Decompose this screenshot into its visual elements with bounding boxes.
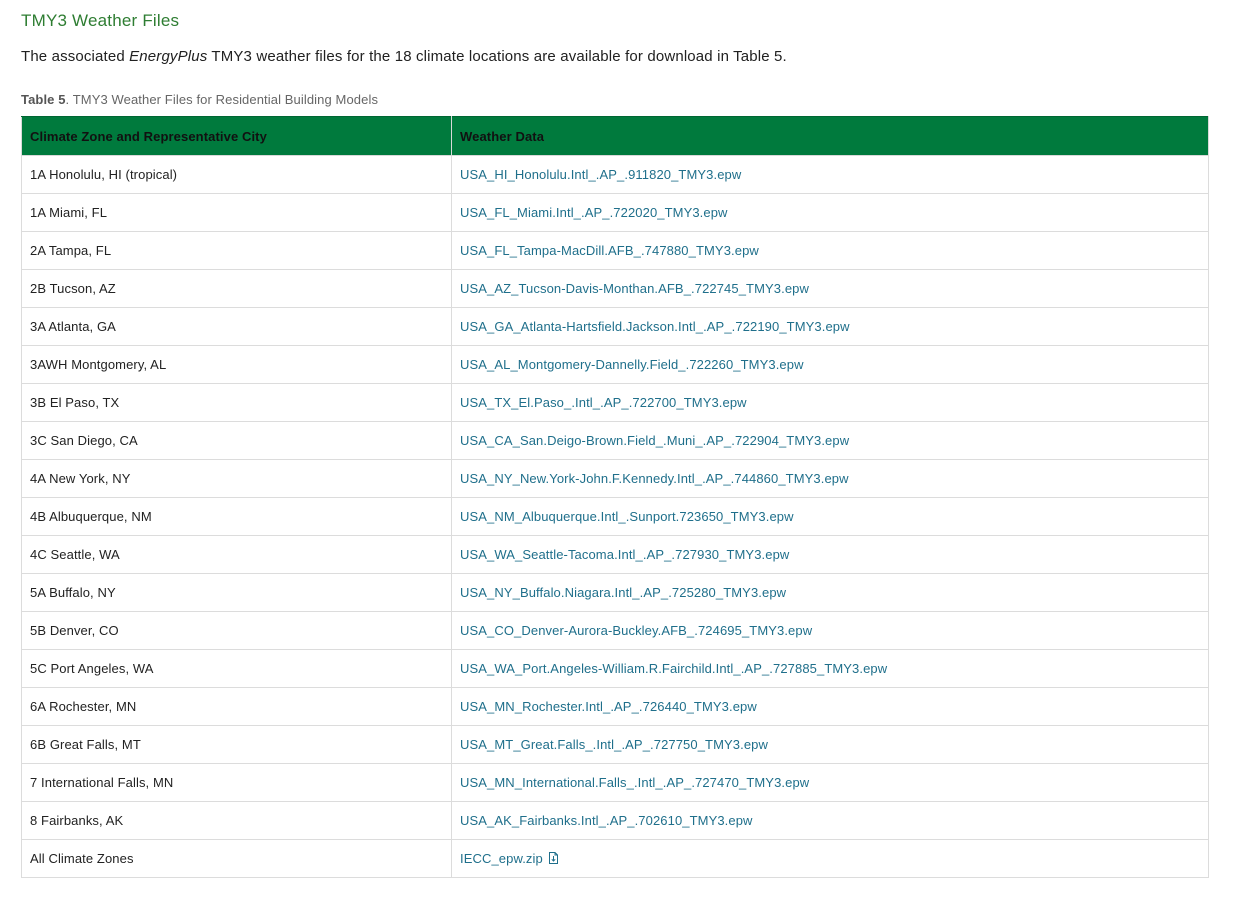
intro-paragraph: The associated EnergyPlus TMY3 weather f…: [21, 36, 1208, 72]
weather-data-cell: USA_WA_Seattle-Tacoma.Intl_.AP_.727930_T…: [451, 535, 1209, 574]
weather-file-link[interactable]: USA_MT_Great.Falls_.Intl_.AP_.727750_TMY…: [460, 737, 768, 752]
weather-data-cell: IECC_epw.zip: [451, 839, 1209, 878]
weather-file-link[interactable]: USA_CA_San.Deigo-Brown.Field_.Muni_.AP_.…: [460, 433, 849, 448]
climate-zone-cell: 4B Albuquerque, NM: [21, 497, 452, 536]
table-row: 3AWH Montgomery, AL USA_AL_Montgomery-Dan…: [21, 345, 1209, 384]
weather-data-cell: USA_CA_San.Deigo-Brown.Field_.Muni_.AP_.…: [451, 421, 1209, 460]
weather-file-link[interactable]: IECC_epw.zip: [460, 851, 543, 866]
intro-text-end: TMY3 weather files for the 18 climate lo…: [207, 48, 787, 65]
file-download-icon[interactable]: [548, 852, 558, 864]
column-header-weather-data: Weather Data: [451, 116, 1209, 156]
weather-file-link[interactable]: USA_NY_New.York-John.F.Kennedy.Intl_.AP_…: [460, 471, 849, 486]
weather-data-cell: USA_NY_Buffalo.Niagara.Intl_.AP_.725280_…: [451, 573, 1209, 612]
weather-data-cell: USA_MN_Rochester.Intl_.AP_.726440_TMY3.e…: [451, 687, 1209, 726]
climate-zone-cell: 2A Tampa, FL: [21, 231, 452, 270]
climate-zone-cell: 8 Fairbanks, AK: [21, 801, 452, 840]
weather-file-link[interactable]: USA_FL_Tampa-MacDill.AFB_.747880_TMY3.ep…: [460, 243, 759, 258]
weather-data-cell: USA_CO_Denver-Aurora-Buckley.AFB_.724695…: [451, 611, 1209, 650]
table-row: 3A Atlanta, GA USA_GA_Atlanta-Hartsfield.…: [21, 307, 1209, 346]
weather-file-link[interactable]: USA_MN_Rochester.Intl_.AP_.726440_TMY3.e…: [460, 699, 757, 714]
weather-file-link[interactable]: USA_MN_International.Falls_.Intl_.AP_.72…: [460, 775, 809, 790]
weather-file-link[interactable]: USA_TX_El.Paso_.Intl_.AP_.722700_TMY3.ep…: [460, 395, 747, 410]
climate-zone-cell: 5C Port Angeles, WA: [21, 649, 452, 688]
table-body: 1A Honolulu, HI (tropical) USA_HI_Honolul…: [21, 155, 1209, 878]
table-row: 8 Fairbanks, AK USA_AK_Fairbanks.Intl_.AP…: [21, 801, 1209, 840]
weather-file-link[interactable]: USA_WA_Seattle-Tacoma.Intl_.AP_.727930_T…: [460, 547, 789, 562]
table-caption: Table 5. TMY3 Weather Files for Resident…: [21, 72, 1208, 116]
table-row: All Climate Zones IECC_epw.zip: [21, 839, 1209, 878]
table-row: 2B Tucson, AZ USA_AZ_Tucson-Davis-Monthan…: [21, 269, 1209, 308]
section-title: TMY3 Weather Files: [21, 11, 180, 30]
weather-data-cell: USA_MN_International.Falls_.Intl_.AP_.72…: [451, 763, 1209, 802]
table-row: 3B El Paso, TX USA_TX_El.Paso_.Intl_.AP_.…: [21, 383, 1209, 422]
intro-emphasis: EnergyPlus: [129, 48, 208, 65]
weather-data-cell: USA_FL_Tampa-MacDill.AFB_.747880_TMY3.ep…: [451, 231, 1209, 270]
climate-zone-cell: 1A Miami, FL: [21, 193, 452, 232]
table-row: 4C Seattle, WA USA_WA_Seattle-Tacoma.Intl…: [21, 535, 1209, 574]
climate-zone-cell: 1A Honolulu, HI (tropical): [21, 155, 452, 194]
weather-data-cell: USA_GA_Atlanta-Hartsfield.Jackson.Intl_.…: [451, 307, 1209, 346]
table-row: 4B Albuquerque, NM USA_NM_Albuquerque.Int…: [21, 497, 1209, 536]
table-row: 5B Denver, CO USA_CO_Denver-Aurora-Buckle…: [21, 611, 1209, 650]
weather-data-cell: USA_NY_New.York-John.F.Kennedy.Intl_.AP_…: [451, 459, 1209, 498]
table-row: 1A Miami, FL USA_FL_Miami.Intl_.AP_.72202…: [21, 193, 1209, 232]
weather-file-link[interactable]: USA_GA_Atlanta-Hartsfield.Jackson.Intl_.…: [460, 319, 850, 334]
climate-zone-cell: 5B Denver, CO: [21, 611, 452, 650]
weather-files-table: Climate Zone and Representative City Wea…: [21, 116, 1209, 878]
climate-zone-cell: 4A New York, NY: [21, 459, 452, 498]
page-content: TMY3 Weather Files The associated Energy…: [21, 0, 1209, 878]
weather-file-link[interactable]: USA_WA_Port.Angeles-William.R.Fairchild.…: [460, 661, 887, 676]
table-row: 3C San Diego, CA USA_CA_San.Deigo-Brown.F…: [21, 421, 1209, 460]
weather-file-link[interactable]: USA_NY_Buffalo.Niagara.Intl_.AP_.725280_…: [460, 585, 786, 600]
table-row: 1A Honolulu, HI (tropical) USA_HI_Honolul…: [21, 155, 1209, 194]
weather-data-cell: USA_TX_El.Paso_.Intl_.AP_.722700_TMY3.ep…: [451, 383, 1209, 422]
table-row: 5A Buffalo, NY USA_NY_Buffalo.Niagara.Int…: [21, 573, 1209, 612]
table-row: 4A New York, NY USA_NY_New.York-John.F.Ke…: [21, 459, 1209, 498]
climate-zone-cell: 3B El Paso, TX: [21, 383, 452, 422]
caption-label: Table 5: [21, 92, 66, 107]
table-row: 5C Port Angeles, WA USA_WA_Port.Angeles-W…: [21, 649, 1209, 688]
weather-data-cell: USA_NM_Albuquerque.Intl_.Sunport.723650_…: [451, 497, 1209, 536]
weather-file-link[interactable]: USA_AK_Fairbanks.Intl_.AP_.702610_TMY3.e…: [460, 813, 753, 828]
table-row: 2A Tampa, FL USA_FL_Tampa-MacDill.AFB_.74…: [21, 231, 1209, 270]
climate-zone-cell: 6A Rochester, MN: [21, 687, 452, 726]
table-row: 6B Great Falls, MT USA_MT_Great.Falls_.In…: [21, 725, 1209, 764]
climate-zone-cell: 3C San Diego, CA: [21, 421, 452, 460]
weather-data-cell: USA_AK_Fairbanks.Intl_.AP_.702610_TMY3.e…: [451, 801, 1209, 840]
climate-zone-cell: 6B Great Falls, MT: [21, 725, 452, 764]
weather-file-link[interactable]: USA_NM_Albuquerque.Intl_.Sunport.723650_…: [460, 509, 794, 524]
weather-data-cell: USA_MT_Great.Falls_.Intl_.AP_.727750_TMY…: [451, 725, 1209, 764]
climate-zone-cell: 2B Tucson, AZ: [21, 269, 452, 308]
table-row: 6A Rochester, MN USA_MN_Rochester.Intl_.A…: [21, 687, 1209, 726]
climate-zone-cell: 5A Buffalo, NY: [21, 573, 452, 612]
weather-data-cell: USA_FL_Miami.Intl_.AP_.722020_TMY3.epw: [451, 193, 1209, 232]
weather-data-cell: USA_WA_Port.Angeles-William.R.Fairchild.…: [451, 649, 1209, 688]
weather-file-link[interactable]: USA_HI_Honolulu.Intl_.AP_.911820_TMY3.ep…: [460, 167, 741, 182]
table-row: 7 International Falls, MN USA_MN_Internat…: [21, 763, 1209, 802]
climate-zone-cell: 4C Seattle, WA: [21, 535, 452, 574]
weather-data-cell: USA_HI_Honolulu.Intl_.AP_.911820_TMY3.ep…: [451, 155, 1209, 194]
climate-zone-cell: 3A Atlanta, GA: [21, 307, 452, 346]
weather-file-link[interactable]: USA_FL_Miami.Intl_.AP_.722020_TMY3.epw: [460, 205, 728, 220]
climate-zone-cell: 3AWH Montgomery, AL: [21, 345, 452, 384]
caption-text: . TMY3 Weather Files for Residential Bui…: [65, 92, 379, 107]
climate-zone-cell: All Climate Zones: [21, 839, 452, 878]
column-header-climate-zone: Climate Zone and Representative City: [21, 116, 452, 156]
weather-file-link[interactable]: USA_AZ_Tucson-Davis-Monthan.AFB_.722745_…: [460, 281, 809, 296]
climate-zone-cell: 7 International Falls, MN: [21, 763, 452, 802]
weather-file-link[interactable]: USA_CO_Denver-Aurora-Buckley.AFB_.724695…: [460, 623, 812, 638]
table-header-row: Climate Zone and Representative City Wea…: [21, 116, 1209, 156]
weather-data-cell: USA_AZ_Tucson-Davis-Monthan.AFB_.722745_…: [451, 269, 1209, 308]
intro-text-start: The associated: [21, 48, 130, 65]
weather-file-link[interactable]: USA_AL_Montgomery-Dannelly.Field_.722260…: [460, 357, 804, 372]
weather-data-cell: USA_AL_Montgomery-Dannelly.Field_.722260…: [451, 345, 1209, 384]
